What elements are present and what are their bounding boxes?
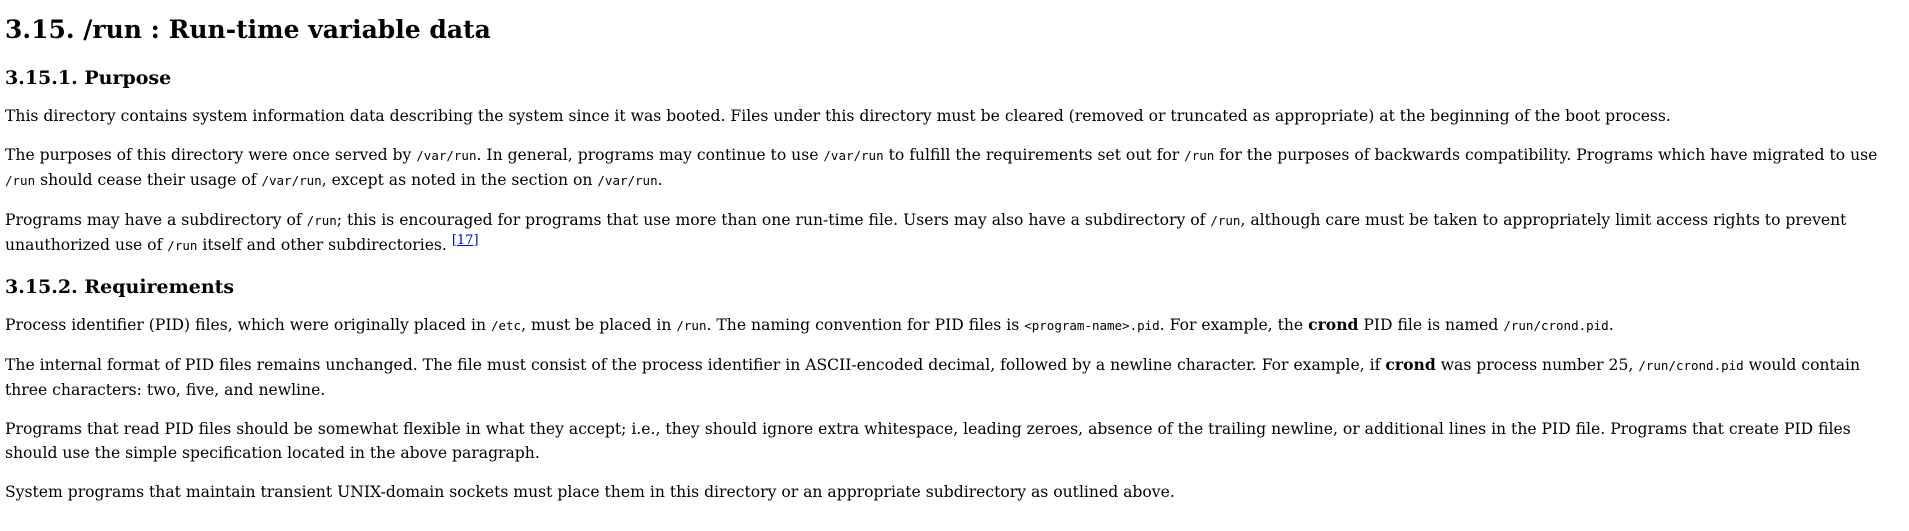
- path-run: /run: [306, 213, 337, 228]
- path-run: /run: [5, 173, 36, 188]
- path-crond-pid: /run/crond.pid: [1503, 318, 1609, 333]
- command-name: crond: [1385, 355, 1436, 374]
- command-name: crond: [1308, 315, 1359, 334]
- path-crond-pid: /run/crond.pid: [1638, 358, 1744, 373]
- text-run: .: [657, 171, 663, 189]
- text-run: The purposes of this directory were once…: [5, 146, 417, 164]
- footnote-link-17[interactable]: [17]: [452, 233, 479, 248]
- text-run: . The naming convention for PID files is: [706, 316, 1025, 334]
- text-run: itself and other subdirectories.: [197, 236, 452, 254]
- path-var-run: /var/run: [261, 173, 322, 188]
- purpose-heading: 3.15.1. Purpose: [5, 67, 172, 89]
- text-run: . For example, the: [1159, 316, 1309, 334]
- text-run: , except as noted in the section on: [321, 171, 598, 189]
- path-var-run: /var/run: [823, 148, 884, 163]
- text-run: Programs may have a subdirectory of: [5, 211, 307, 229]
- text-run: should cease their usage of: [35, 171, 262, 189]
- requirements-paragraph-4: System programs that maintain transient …: [5, 483, 1175, 501]
- requirements-paragraph-1: Process identifier (PID) files, which we…: [5, 313, 1904, 338]
- purpose-paragraph-2: The purposes of this directory were once…: [5, 143, 1904, 193]
- requirements-section: 3.15.2. Requirements Process identifier …: [5, 273, 1904, 504]
- requirements-heading: 3.15.2. Requirements: [5, 276, 235, 298]
- text-run: PID file is named: [1358, 316, 1504, 334]
- purpose-section: 3.15.1. Purpose This directory contains …: [5, 64, 1904, 258]
- path-etc: /etc: [490, 318, 522, 333]
- text-run: ; this is encouraged for programs that u…: [336, 211, 1211, 229]
- path-run: /run: [1184, 148, 1215, 163]
- requirements-paragraph-2: The internal format of PID files remains…: [5, 353, 1904, 402]
- pid-filename-pattern: <program-name>.pid: [1024, 318, 1160, 333]
- text-run: was process number 25,: [1435, 356, 1639, 374]
- text-run: .: [1608, 316, 1614, 334]
- path-run: /run: [676, 318, 707, 333]
- document-page: 3.15. /run : Run-time variable data 3.15…: [0, 0, 1909, 504]
- text-run: . In general, programs may continue to u…: [476, 146, 824, 164]
- path-var-run: /var/run: [416, 148, 477, 163]
- text-run: to fulfill the requirements set out for: [883, 146, 1185, 164]
- path-var-run: /var/run: [597, 173, 658, 188]
- path-run: /run: [167, 238, 198, 253]
- text-run: The internal format of PID files remains…: [5, 356, 1386, 374]
- text-run: Process identifier (PID) files, which we…: [5, 316, 491, 334]
- section-title: 3.15. /run : Run-time variable data: [5, 15, 491, 44]
- requirements-paragraph-3: Programs that read PID files should be s…: [5, 420, 1851, 462]
- text-run: for the purposes of backwards compatibil…: [1214, 146, 1878, 164]
- purpose-paragraph-3: Programs may have a subdirectory of /run…: [5, 208, 1904, 258]
- path-run: /run: [1210, 213, 1241, 228]
- text-run: , must be placed in: [521, 316, 677, 334]
- purpose-paragraph-1: This directory contains system informati…: [5, 107, 1671, 125]
